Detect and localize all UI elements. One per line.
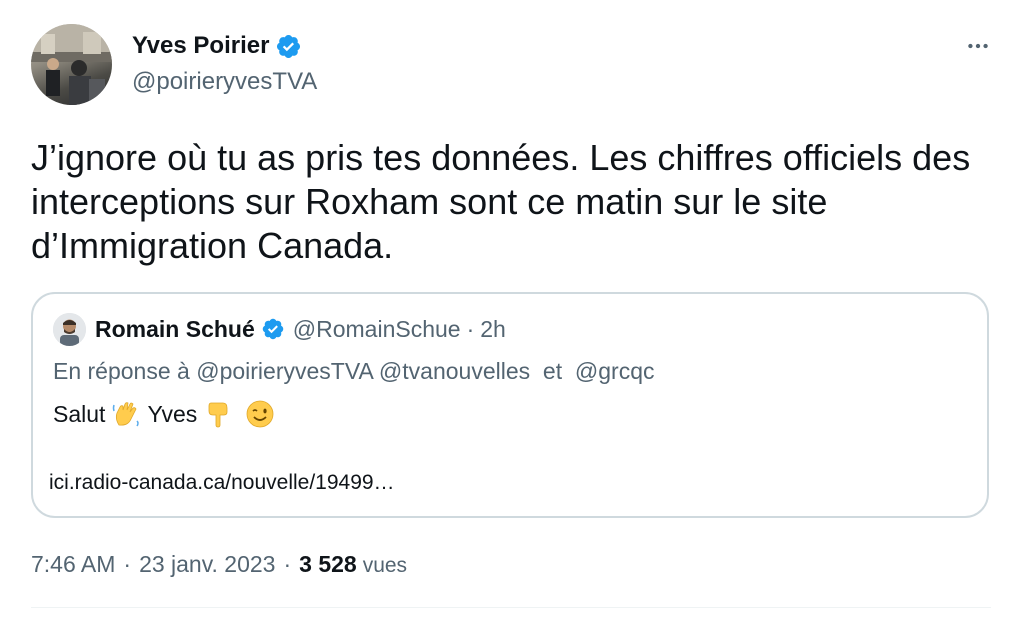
separator-dot: ·	[466, 316, 475, 342]
separator-dot: ·	[123, 551, 132, 577]
reply-mention-poirieryvestva[interactable]: @poirieryvesTVA	[196, 358, 372, 384]
verified-badge-icon	[275, 33, 302, 60]
reply-mention-grcqc[interactable]: @grcqc	[575, 358, 655, 384]
quoted-tweet-time[interactable]: 2h	[480, 314, 506, 344]
author-avatar[interactable]	[31, 24, 112, 105]
divider	[31, 607, 991, 608]
reply-context: En réponse à @poirieryvesTVA @tvanouvell…	[53, 356, 654, 386]
tweet-metadata: 7:46 AM · 23 janv. 2023 · 3 528 vues	[31, 548, 407, 582]
quoted-tweet-card[interactable]: Romain Schué @RomainSchue · 2h En répons…	[31, 292, 989, 518]
quoted-tweet-header: Romain Schué @RomainSchue · 2h	[95, 314, 506, 344]
winking-face-emoji-icon	[245, 399, 275, 429]
pointing-down-emoji-icon	[203, 399, 233, 429]
views-label: vues	[362, 554, 408, 577]
author-name-row[interactable]: Yves Poirier	[132, 30, 302, 62]
reply-mention-tvanouvelles[interactable]: @tvanouvelles	[379, 358, 530, 384]
tweet-time[interactable]: 7:46 AM	[31, 548, 115, 580]
more-options-button[interactable]	[960, 30, 996, 62]
tweet-text: J’ignore où tu as pris tes données. Les …	[31, 137, 971, 266]
waving-hand-emoji-icon	[111, 399, 141, 429]
verified-badge-icon	[261, 317, 285, 341]
separator-dot: ·	[283, 551, 292, 577]
quoted-author-handle[interactable]: @RomainSchue	[293, 314, 461, 344]
quoted-tweet-text: Salut Yves	[53, 398, 281, 430]
more-horizontal-icon	[968, 43, 988, 49]
quoted-text-yves: Yves	[147, 401, 198, 427]
author-handle[interactable]: @poirieryvesTVA	[132, 66, 317, 98]
quoted-author-name[interactable]: Romain Schué	[95, 314, 255, 344]
quoted-text-salut: Salut	[53, 401, 106, 427]
reply-prefix: En réponse à	[53, 358, 190, 384]
author-name[interactable]: Yves Poirier	[132, 30, 269, 62]
tweet-date[interactable]: 23 janv. 2023	[139, 548, 275, 580]
quoted-author-avatar[interactable]	[53, 313, 86, 346]
views-count: 3 528	[299, 551, 357, 577]
quoted-tweet-link[interactable]: ici.radio-canada.ca/nouvelle/19499…	[49, 468, 395, 498]
reply-conjunction: et	[542, 358, 563, 384]
